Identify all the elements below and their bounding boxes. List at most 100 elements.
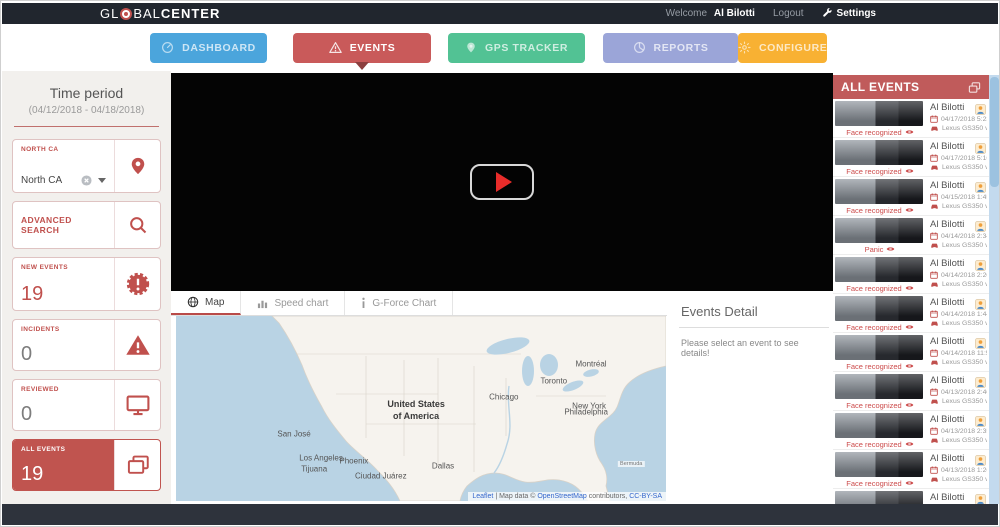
counter-card[interactable]: ALL EVENTS 19 xyxy=(12,439,161,491)
nav-button-label: GPS TRACKER xyxy=(485,42,568,54)
eye-icon xyxy=(905,128,914,137)
user-name: Al Bilotti xyxy=(714,8,755,19)
event-tag: Panic xyxy=(835,245,925,254)
logo-text-prefix: GL xyxy=(100,6,119,21)
settings-button[interactable]: Settings xyxy=(822,7,876,21)
event-thumbnail xyxy=(835,218,923,243)
clear-region-icon[interactable] xyxy=(81,175,92,186)
calendar-icon xyxy=(930,115,938,123)
event-thumbnail xyxy=(835,335,923,360)
region-pin-icon xyxy=(114,140,160,192)
event-list-item[interactable]: Face recognized Al Bilotti 04/13/2018 1:… xyxy=(833,450,989,488)
all-events-header: ALL EVENTS xyxy=(833,75,989,99)
nav-button[interactable]: CONFIGURE xyxy=(738,33,827,63)
car-icon xyxy=(930,437,939,444)
car-icon xyxy=(930,359,939,366)
event-list-item[interactable]: Panic Al Bilotti 04/14/2018 2:34 PM Lexu… xyxy=(833,216,989,254)
nav-button-label: EVENTS xyxy=(350,42,396,54)
event-vehicle: Lexus GS350 v2 xyxy=(942,320,987,327)
event-list-item[interactable]: Face recognized Al Bilotti 04/13/2018 2:… xyxy=(833,411,989,449)
main-navigation: DASHBOARD EVENTS GPS TRACKER REPORTS xyxy=(2,24,998,71)
attribution-text-2: contributors, xyxy=(587,493,629,500)
welcome-text: Welcome Al Bilotti xyxy=(666,8,755,19)
globalcenter-app: GL BAL CENTER Welcome Al Bilotti Logout … xyxy=(0,0,1000,527)
event-list-scrollbar[interactable] xyxy=(989,75,1000,504)
face-avatar-icon xyxy=(975,375,986,393)
tab[interactable]: Map xyxy=(171,291,241,315)
face-avatar-icon xyxy=(975,102,986,120)
logo-text-mid: BAL xyxy=(133,6,161,21)
counter-card[interactable]: NEW EVENTS 19 xyxy=(12,257,161,311)
event-list-item[interactable]: Face recognized Al Bilotti 04/13/2018 2:… xyxy=(833,372,989,410)
event-tag: Face recognized xyxy=(835,206,925,215)
counter-cards: NEW EVENTS 19 INCIDENTS 0 REVIEWED xyxy=(12,257,161,491)
warning-icon xyxy=(329,41,342,54)
event-thumbnail xyxy=(835,257,923,282)
event-thumbnail xyxy=(835,413,923,438)
folder-copy-icon xyxy=(114,440,160,490)
eye-icon xyxy=(905,284,914,293)
g-force-icon xyxy=(361,297,366,309)
eye-icon xyxy=(905,167,914,176)
openstreetmap-link[interactable]: OpenStreetMap xyxy=(537,493,586,500)
chevron-down-icon[interactable] xyxy=(98,178,106,183)
event-vehicle: Lexus GS350 v2 xyxy=(942,437,987,444)
filter-sidebar: Time period (04/12/2018 - 04/18/2018) NO… xyxy=(2,71,171,504)
active-tab-caret-icon xyxy=(355,62,369,70)
tab[interactable]: G-Force Chart xyxy=(345,291,453,315)
event-vehicle: Lexus GS350 v2 xyxy=(942,125,987,132)
gauge-icon xyxy=(161,41,174,54)
map-pin-icon xyxy=(465,41,477,54)
event-list-item[interactable]: Face recognized Al Bilotti 04/17/2018 5:… xyxy=(833,138,989,176)
scrollbar-thumb[interactable] xyxy=(990,77,999,187)
nav-button-label: DASHBOARD xyxy=(182,42,256,54)
event-tag-label: Face recognized xyxy=(846,479,901,488)
event-tag: Face recognized xyxy=(835,440,925,449)
region-select[interactable]: North CA xyxy=(21,175,75,186)
event-vehicle: Lexus GS350 v2 xyxy=(942,242,987,249)
license-link[interactable]: CC-BY-SA xyxy=(629,493,662,500)
event-list-item[interactable]: Face recognized Al Bilotti 04/14/2018 11… xyxy=(833,333,989,371)
copy-icon[interactable] xyxy=(968,81,981,94)
event-list-item[interactable]: Face recognized Al Bilotti 04/14/2018 1:… xyxy=(833,294,989,332)
face-avatar-icon xyxy=(975,297,986,315)
event-list-item[interactable]: Face recognized Al Bilotti 04/15/2018 1:… xyxy=(833,177,989,215)
event-thumbnail xyxy=(835,452,923,477)
tab-label: Speed chart xyxy=(274,298,328,309)
nav-button[interactable]: EVENTS xyxy=(293,33,431,63)
counter-label: INCIDENTS xyxy=(21,326,106,333)
event-tag-label: Face recognized xyxy=(846,323,901,332)
bar-chart-icon xyxy=(257,298,268,309)
divider xyxy=(14,126,159,127)
play-button[interactable] xyxy=(470,164,534,200)
event-list-item[interactable]: Face recognized Al Bilotti 04/14/2018 2:… xyxy=(833,255,989,293)
events-detail-panel: Events Detail Please select an event to … xyxy=(679,296,829,501)
counter-value: 0 xyxy=(21,344,106,364)
nav-button[interactable]: DASHBOARD xyxy=(150,33,267,63)
nav-button[interactable]: GPS TRACKER xyxy=(448,33,585,63)
calendar-icon xyxy=(930,466,938,474)
logout-link[interactable]: Logout xyxy=(773,8,804,19)
advanced-search-button[interactable]: ADVANCED SEARCH xyxy=(12,201,161,249)
event-list-item[interactable]: Face recognized Al Bilotti 04/17/2018 5:… xyxy=(833,99,989,137)
tab[interactable]: Speed chart xyxy=(241,291,345,315)
events-map[interactable]: United States of America San José Los An… xyxy=(176,316,666,501)
eye-icon xyxy=(905,362,914,371)
counter-card[interactable]: REVIEWED 0 xyxy=(12,379,161,431)
counter-value: 19 xyxy=(21,284,106,304)
app-logo: GL BAL CENTER xyxy=(100,6,220,21)
warning-triangle-icon xyxy=(114,320,160,370)
leaflet-link[interactable]: Leaflet xyxy=(472,493,493,500)
event-tag: Face recognized xyxy=(835,128,925,137)
events-detail-message: Please select an event to see details! xyxy=(679,328,829,368)
car-icon xyxy=(930,164,939,171)
time-period-title: Time period xyxy=(12,85,161,101)
car-icon xyxy=(930,242,939,249)
event-tag-label: Panic xyxy=(865,245,884,254)
eye-icon xyxy=(905,206,914,215)
counter-card[interactable]: INCIDENTS 0 xyxy=(12,319,161,371)
welcome-label: Welcome xyxy=(666,8,708,19)
logo-text-suffix: CENTER xyxy=(161,6,220,21)
event-tag-label: Face recognized xyxy=(846,128,901,137)
nav-button[interactable]: REPORTS xyxy=(603,33,738,63)
